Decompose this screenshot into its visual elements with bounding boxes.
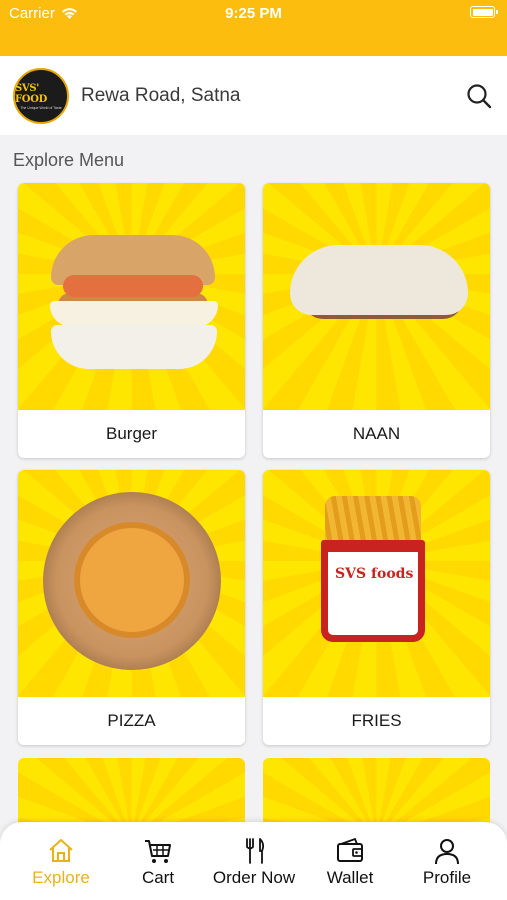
menu-card-pizza[interactable]: PIZZA — [18, 470, 245, 745]
menu-grid: Burger NAAN PIZZA SVS foods FRIES — [18, 183, 491, 745]
tab-explore[interactable]: Explore — [22, 822, 100, 900]
menu-card-fries[interactable]: SVS foods FRIES — [263, 470, 490, 745]
search-button[interactable] — [465, 82, 493, 110]
cart-icon — [145, 840, 171, 863]
tab-label: Order Now — [212, 868, 296, 887]
tab-label: Profile — [422, 868, 472, 887]
tab-order-now[interactable]: Order Now — [204, 822, 304, 900]
menu-card-naan[interactable]: NAAN — [263, 183, 490, 458]
logo-text: SVS' FOOD — [15, 82, 47, 105]
status-bar: Carrier 9:25 PM — [0, 0, 507, 56]
location-label[interactable]: Rewa Road, Satna — [81, 85, 241, 107]
tab-wallet[interactable]: Wallet — [314, 822, 386, 900]
tab-cart[interactable]: Cart — [120, 822, 196, 900]
fork-knife-icon — [246, 838, 265, 864]
tab-profile[interactable]: Profile — [408, 822, 486, 900]
tab-label: Cart — [141, 868, 175, 887]
burger-image — [18, 183, 245, 410]
tab-label: Explore — [32, 868, 90, 887]
menu-card-burger[interactable]: Burger — [18, 183, 245, 458]
naan-image — [263, 183, 490, 410]
tab-label: Wallet — [326, 868, 374, 887]
wallet-icon — [337, 837, 363, 862]
logo-tagline: The Unique World of Taste — [20, 105, 62, 110]
fries-brand: SVS foods — [335, 566, 414, 582]
bottom-tab-bar: Explore Cart Order Now Wallet Profile — [0, 822, 507, 900]
app-header: SVS' FOOD The Unique World of Taste Rewa… — [0, 56, 507, 135]
fries-image: SVS foods — [263, 470, 490, 697]
battery-icon — [470, 6, 498, 18]
home-icon — [49, 839, 73, 862]
menu-card-label: FRIES — [351, 711, 402, 730]
pizza-image — [18, 470, 245, 697]
section-title: Explore Menu — [13, 150, 125, 170]
search-icon — [467, 84, 492, 109]
brand-logo[interactable]: SVS' FOOD The Unique World of Taste — [13, 68, 69, 124]
menu-card-label: Burger — [105, 424, 158, 443]
menu-card-label: NAAN — [352, 424, 401, 443]
profile-icon — [435, 839, 459, 865]
menu-card-label: PIZZA — [107, 711, 156, 730]
status-time: 9:25 PM — [225, 5, 282, 22]
